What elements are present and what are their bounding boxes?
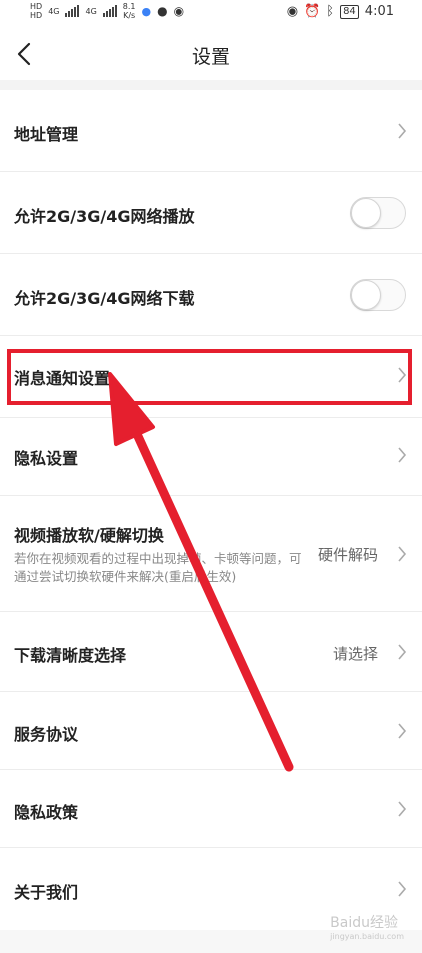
app-icon: ◉ [173, 4, 185, 18]
watermark-text: Baidu经验 [330, 915, 399, 931]
row-label: 地址管理 [14, 125, 79, 144]
highlight-box [7, 349, 412, 405]
page-title: 设置 [191, 46, 230, 68]
section-divider [0, 80, 422, 90]
chevron-right-icon [398, 723, 407, 739]
status-right: ◉ ⏰ ᛒ 84 4:01 [287, 4, 394, 19]
toggle-knob [351, 198, 381, 228]
hd-badge-1: HD [30, 2, 43, 11]
settings-row-privacy-settings[interactable]: 隐私设置 [0, 418, 422, 496]
message-icon: ● [157, 4, 168, 18]
network-type-1: 4G [48, 6, 60, 16]
network-download-toggle[interactable] [350, 279, 406, 311]
signal-icon-2 [102, 5, 117, 17]
row-value: 请选择 [332, 645, 378, 663]
net-speed-value: 8.1 [122, 2, 136, 11]
eye-icon: ◉ [286, 4, 299, 19]
chevron-right-icon [398, 801, 407, 817]
shield-icon: ● [141, 4, 152, 18]
status-left: HD HD 4G 4G 8.1 K/s ● ● ◉ [30, 2, 184, 20]
row-label: 允许2G/3G/4G网络下载 [14, 289, 195, 308]
signal-icon [65, 5, 80, 17]
alarm-icon: ⏰ [304, 4, 321, 19]
row-label: 关于我们 [14, 883, 79, 902]
row-label: 视频播放软/硬解切换 [14, 526, 164, 545]
battery-level: 84 [340, 4, 359, 19]
watermark-sub: jingyan.baidu.com [330, 932, 404, 941]
network-type-2: 4G [85, 6, 97, 16]
chevron-right-icon [398, 881, 407, 897]
net-speed: 8.1 K/s [123, 2, 136, 20]
chevron-right-icon [398, 447, 407, 463]
row-label: 隐私设置 [14, 449, 79, 468]
status-bar: HD HD 4G 4G 8.1 K/s ● ● ◉ ◉ ⏰ ᛒ 84 4:01 [0, 0, 422, 26]
settings-row-service-agreement[interactable]: 服务协议 [0, 692, 422, 770]
hd-badge-2: HD [30, 11, 43, 20]
chevron-right-icon [398, 123, 407, 139]
row-label: 服务协议 [14, 725, 79, 744]
hd-badges: HD HD [30, 2, 42, 20]
settings-row-address[interactable]: 地址管理 [0, 90, 422, 172]
settings-row-network-download: 允许2G/3G/4G网络下载 [0, 254, 422, 336]
chevron-right-icon [398, 546, 407, 562]
row-label: 隐私政策 [14, 803, 79, 822]
settings-row-download-quality[interactable]: 下载清晰度选择 请选择 [0, 612, 422, 692]
settings-row-decoder[interactable]: 视频播放软/硬解切换 若你在视频观看的过程中出现掉帧、卡顿等问题，可通过尝试切换… [0, 496, 422, 612]
settings-row-network-play: 允许2G/3G/4G网络播放 [0, 172, 422, 254]
clock: 4:01 [364, 4, 394, 19]
app-header: 设置 [0, 26, 422, 84]
chevron-right-icon [398, 644, 407, 660]
net-speed-unit: K/s [123, 11, 136, 20]
watermark: Baidu经验 jingyan.baidu.com [330, 912, 404, 941]
toggle-knob [351, 280, 381, 310]
bluetooth-icon: ᛒ [326, 4, 335, 19]
row-label: 下载清晰度选择 [14, 646, 127, 665]
network-play-toggle[interactable] [350, 197, 406, 229]
row-label: 允许2G/3G/4G网络播放 [14, 207, 195, 226]
settings-row-privacy-policy[interactable]: 隐私政策 [0, 770, 422, 848]
row-description: 若你在视频观看的过程中出现掉帧、卡顿等问题，可通过尝试切换软硬件来解决(重启后生… [14, 551, 302, 584]
row-value: 硬件解码 [317, 546, 378, 564]
